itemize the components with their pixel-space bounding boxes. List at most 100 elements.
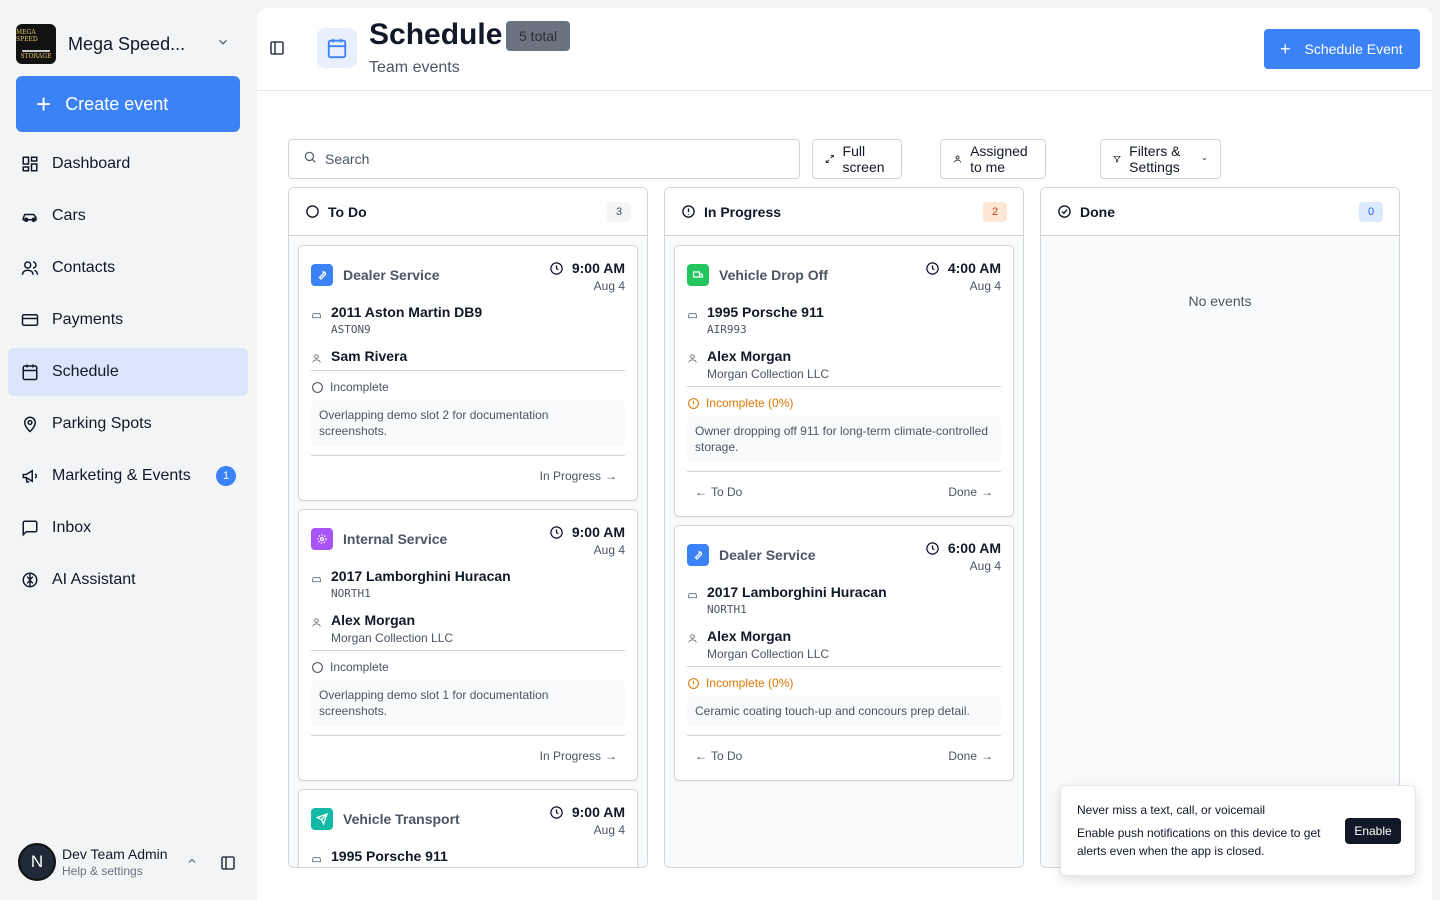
assigned-to-me-button[interactable]: Assigned to me (940, 139, 1046, 179)
sidebar-item-parking-spots[interactable]: Parking Spots (8, 400, 248, 448)
arrow-right-icon: → (981, 485, 993, 499)
chevron-down-icon (216, 35, 230, 54)
contact-company: Morgan Collection LLC (707, 367, 830, 381)
event-status: Incomplete (0%) (706, 676, 794, 690)
sidebar-item-label: Cars (52, 207, 86, 224)
contact-name: Sam Rivera (331, 348, 408, 364)
alert-circle-icon (682, 205, 695, 218)
page-subtitle: Team events (369, 59, 460, 76)
arrow-right-icon: → (605, 469, 617, 483)
car-icon (20, 206, 40, 226)
sidebar-item-cars[interactable]: Cars (8, 192, 248, 240)
plus-icon: + (1280, 39, 1291, 59)
vehicle-plate: NORTH1 (707, 603, 747, 616)
event-card[interactable]: Vehicle Transport 9:00 AM Aug 4 1995 Por… (298, 789, 638, 867)
sidebar-item-ai-assistant[interactable]: AI Assistant (8, 556, 248, 604)
sidebar-item-payments[interactable]: Payments (8, 296, 248, 344)
vehicle-plate: ASTON9 (331, 323, 371, 336)
move-to-done-button[interactable]: Done → (948, 749, 993, 763)
event-card[interactable]: Dealer Service 9:00 AM Aug 4 2011 Aston … (298, 245, 638, 501)
car-icon (687, 587, 699, 605)
car-icon (311, 571, 323, 589)
move-label: To Do (711, 485, 743, 499)
filters-settings-button[interactable]: Filters & Settings (1100, 139, 1221, 179)
column-count: 3 (607, 201, 631, 222)
car-icon (311, 307, 323, 325)
push-notification-prompt: Never miss a text, call, or voicemail En… (1060, 785, 1416, 876)
avatar: N (18, 843, 56, 881)
move-to-to-do-button[interactable]: ← To Do (695, 749, 742, 763)
column-header: Done 0 (1041, 188, 1399, 236)
divider (687, 471, 1001, 472)
sidebar-item-contacts[interactable]: Contacts (8, 244, 248, 292)
car-icon (687, 307, 699, 325)
sidebar-item-inbox[interactable]: Inbox (8, 504, 248, 552)
schedule-event-button[interactable]: + Schedule Event (1264, 29, 1420, 69)
move-label: To Do (711, 749, 743, 763)
move-to-in-progress-button[interactable]: In Progress → (540, 469, 617, 483)
user-icon (311, 351, 323, 369)
event-type: Vehicle Transport (343, 811, 460, 827)
wrench-icon (687, 544, 709, 566)
sidebar-item-dashboard[interactable]: Dashboard (8, 140, 248, 188)
move-to-done-button[interactable]: Done → (948, 485, 993, 499)
contact-name: Alex Morgan (707, 348, 792, 364)
search-input[interactable] (325, 151, 765, 167)
credit-card-icon (20, 310, 40, 330)
event-card[interactable]: Internal Service 9:00 AM Aug 4 2017 Lamb… (298, 509, 638, 781)
vehicle-name: 1995 Porsche 911 (331, 848, 448, 864)
user-menu[interactable]: N Dev Team Admin Help & settings (18, 842, 240, 882)
workspace-switcher[interactable]: MEGA SPEED STORAGE Mega Speed... (16, 20, 240, 68)
page-header: Schedule 5 total Team events + Schedule … (257, 8, 1432, 91)
sidebar-item-label: Dashboard (52, 155, 131, 172)
brain-icon (20, 570, 40, 590)
user-icon (311, 615, 323, 633)
full-screen-button[interactable]: Full screen (812, 139, 903, 179)
event-type: Dealer Service (719, 547, 816, 563)
column-count: 2 (983, 201, 1007, 222)
sidebar: MEGA SPEED STORAGE Mega Speed... + Creat… (0, 0, 256, 900)
workspace-name: Mega Speed... (68, 33, 186, 54)
event-date: Aug 4 (593, 543, 625, 557)
clock-icon (926, 261, 939, 275)
event-time: 9:00 AM (571, 524, 625, 540)
main-content: Schedule 5 total Team events + Schedule … (257, 8, 1432, 900)
gear-icon (311, 528, 333, 550)
sidebar-item-label: AI Assistant (52, 571, 136, 588)
arrow-left-icon: ← (695, 485, 707, 499)
calendar-icon (317, 28, 357, 68)
search-box (288, 139, 800, 179)
move-label: In Progress (539, 469, 601, 483)
sidebar-nav: Dashboard Cars Contacts Payments Schedul… (8, 140, 248, 608)
vehicle-plate: AIR993 (707, 323, 747, 336)
create-event-button[interactable]: + Create event (16, 76, 240, 132)
move-to-to-do-button[interactable]: ← To Do (695, 485, 742, 499)
event-note: Owner dropping off 911 for long-term cli… (687, 416, 1001, 462)
event-time: 4:00 AM (947, 260, 1001, 276)
vehicle-name: 2017 Lamborghini Huracan (707, 584, 887, 600)
expand-icon (825, 155, 834, 163)
check-circle-icon (1058, 205, 1071, 218)
car-icon (311, 851, 323, 867)
divider (311, 735, 625, 736)
event-date: Aug 4 (969, 559, 1001, 573)
event-card[interactable]: Dealer Service 6:00 AM Aug 4 2017 Lambor… (674, 525, 1014, 781)
panel-left-icon[interactable] (269, 40, 285, 61)
column-title: To Do (328, 203, 367, 220)
brand-logo: MEGA SPEED STORAGE (16, 24, 56, 64)
sidebar-item-label: Marketing & Events (52, 467, 191, 484)
arrow-left-icon: ← (695, 749, 707, 763)
sidebar-collapse-icon[interactable] (220, 855, 236, 876)
sidebar-item-marketing-events[interactable]: Marketing & Events 1 (8, 452, 248, 500)
toast-title: Never miss a text, call, or voicemail (1077, 803, 1266, 817)
event-card[interactable]: Vehicle Drop Off 4:00 AM Aug 4 1995 Pors… (674, 245, 1014, 517)
sidebar-item-schedule[interactable]: Schedule (8, 348, 248, 396)
move-to-in-progress-button[interactable]: In Progress → (540, 749, 617, 763)
circle-icon (312, 381, 323, 393)
sidebar-item-label: Schedule (52, 363, 119, 380)
message-square-icon (20, 518, 40, 538)
alert-circle-icon (688, 677, 699, 689)
enable-notifications-button[interactable]: Enable (1345, 818, 1401, 844)
map-pin-icon (20, 414, 40, 434)
divider (311, 370, 625, 371)
